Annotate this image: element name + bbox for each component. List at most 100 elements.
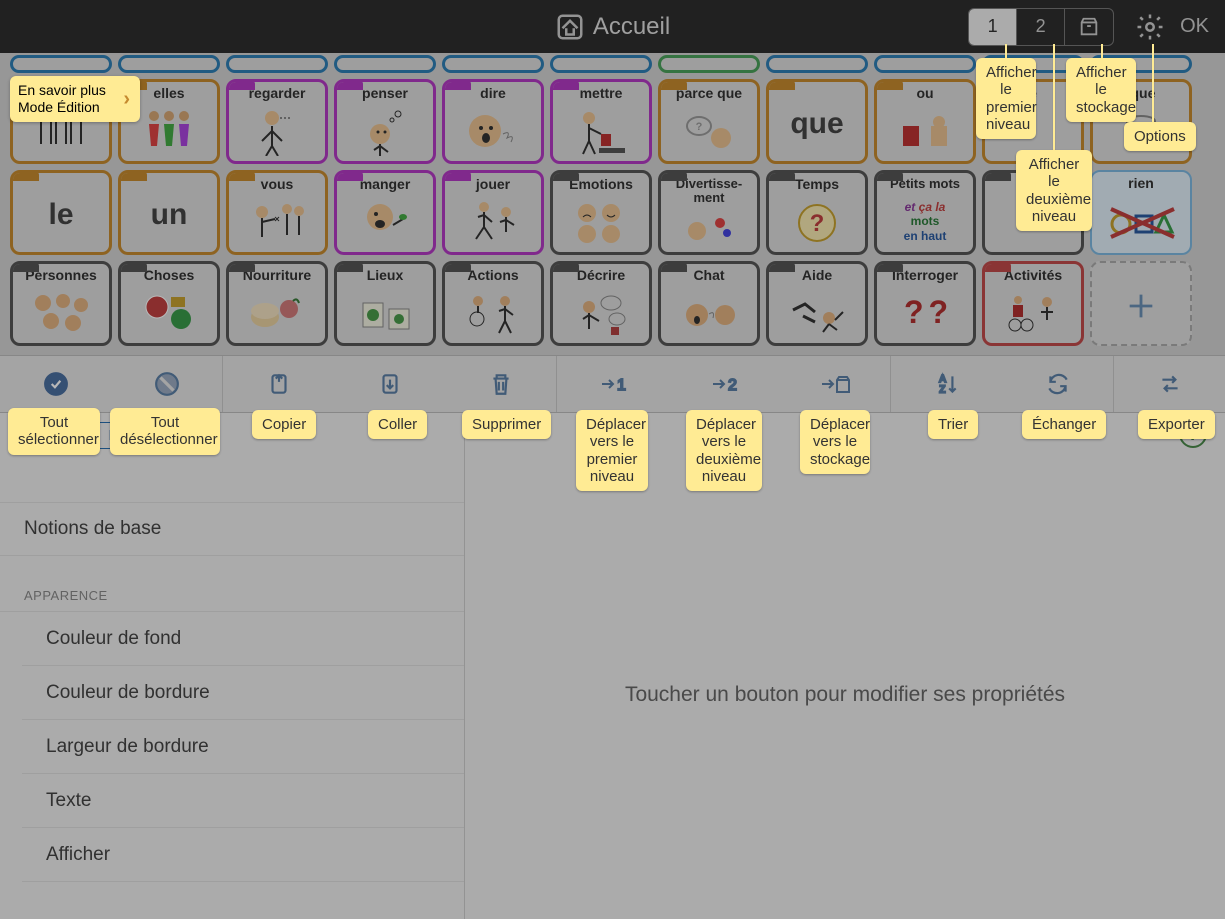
- grid-cell-regarder[interactable]: regarder: [226, 79, 328, 164]
- grid-folder-interroger[interactable]: Interroger? ?: [874, 261, 976, 346]
- list-item[interactable]: Couleur de bordure: [22, 666, 464, 720]
- add-cell-button[interactable]: [1090, 261, 1192, 346]
- grid-cell-un[interactable]: un: [118, 170, 220, 255]
- tip-delete: Supprimer: [462, 410, 551, 439]
- paste-button[interactable]: [334, 356, 445, 412]
- grid-cell-parceque[interactable]: parce que?: [658, 79, 760, 164]
- section-apparence: APPARENCE: [0, 556, 464, 611]
- grid-cell[interactable]: [874, 55, 976, 73]
- grid-cell[interactable]: [442, 55, 544, 73]
- list-item[interactable]: Largeur de bordure: [22, 720, 464, 774]
- you-icon: [247, 197, 307, 247]
- cancel-circle-icon: [154, 371, 180, 397]
- emotions-icon: [571, 199, 631, 244]
- grid-folder-personnes[interactable]: Personnes: [10, 261, 112, 346]
- describe-icon: [571, 289, 631, 337]
- tip-level1: Afficher le premier niveau: [976, 58, 1036, 139]
- left-properties-list: Bouton Dossier Notions de base APPARENCE…: [0, 413, 465, 919]
- delete-button[interactable]: [445, 356, 556, 412]
- grid-folder-aide[interactable]: Aide: [766, 261, 868, 346]
- tip-copy: Copier: [252, 410, 316, 439]
- storage-tab[interactable]: [1065, 9, 1113, 45]
- tip-movestore: Déplacer vers le stockage: [800, 410, 870, 474]
- storage-icon: [1078, 16, 1100, 38]
- copy-button[interactable]: [223, 356, 334, 412]
- ok-button[interactable]: OK: [1180, 15, 1209, 38]
- grid-cell-rien[interactable]: rien: [1090, 170, 1192, 255]
- svg-text:?: ?: [809, 210, 824, 237]
- grid-folder-choses[interactable]: Choses: [118, 261, 220, 346]
- tip-line: [1152, 44, 1154, 122]
- look-icon: [252, 106, 302, 156]
- home-icon: [555, 12, 585, 42]
- deselect-all-button[interactable]: [111, 356, 222, 412]
- swap-button[interactable]: [1002, 356, 1113, 412]
- grid-folder-emotions[interactable]: Émotions: [550, 170, 652, 255]
- title-text: Accueil: [593, 13, 670, 41]
- svg-text:?: ?: [696, 121, 703, 133]
- sort-button[interactable]: AZ: [891, 356, 1002, 412]
- grid-cell[interactable]: [118, 55, 220, 73]
- grid-folder-divertissement[interactable]: Divertisse- ment: [658, 170, 760, 255]
- move-level2-button[interactable]: 2: [668, 356, 779, 412]
- because-icon: ?: [679, 108, 739, 153]
- grid-folder-nourriture[interactable]: Nourriture: [226, 261, 328, 346]
- grid-folder-petitsmots[interactable]: Petits motset ça lamotsen haut: [874, 170, 976, 255]
- grid-cell-mettre[interactable]: mettre: [550, 79, 652, 164]
- plus-icon: [1124, 289, 1158, 323]
- grid-cell-dire[interactable]: dire: [442, 79, 544, 164]
- tip-deselect-all: Tout désélectionner: [110, 408, 220, 455]
- grid-cell[interactable]: [658, 55, 760, 73]
- learn-more-callout[interactable]: En savoir plus Mode Édition ›: [10, 76, 140, 122]
- move-storage-button[interactable]: [779, 356, 890, 412]
- nothing-icon: [1106, 199, 1176, 244]
- actions-icon: [463, 289, 523, 337]
- grid-folder-actions[interactable]: Actions: [442, 261, 544, 346]
- grid-cell[interactable]: [226, 55, 328, 73]
- export-button[interactable]: [1114, 356, 1225, 412]
- options-button[interactable]: [1132, 9, 1168, 45]
- svg-text:1: 1: [617, 377, 626, 394]
- grid-cell-le[interactable]: le: [10, 170, 112, 255]
- tip-level2: Afficher le deuxième niveau: [1016, 150, 1092, 231]
- trash-icon: [488, 371, 514, 397]
- grid-cell[interactable]: [550, 55, 652, 73]
- grid-cell-manger[interactable]: manger: [334, 170, 436, 255]
- list-item[interactable]: Couleur de fond: [22, 612, 464, 666]
- grid-cell-que[interactable]: que: [766, 79, 868, 164]
- play-icon: [466, 197, 521, 247]
- level-1-tab[interactable]: 1: [969, 9, 1017, 45]
- tip-line: [1053, 44, 1055, 152]
- action-bar: 1 2 AZ: [0, 355, 1225, 413]
- help-icon: [785, 290, 850, 335]
- list-item[interactable]: Texte: [22, 774, 464, 828]
- grid-cell-jouer[interactable]: jouer: [442, 170, 544, 255]
- grid-cell-penser[interactable]: penser: [334, 79, 436, 164]
- grid-cell[interactable]: [766, 55, 868, 73]
- chat-icon: [679, 290, 739, 335]
- tip-storage: Afficher le stockage: [1066, 58, 1136, 122]
- grid-folder-activites[interactable]: Activités: [982, 261, 1084, 346]
- grid-cell-vous[interactable]: vous: [226, 170, 328, 255]
- activities-icon: [1003, 290, 1063, 335]
- girls-icon: [139, 106, 199, 156]
- svg-text:A: A: [939, 374, 946, 385]
- grid-folder-chat[interactable]: Chat: [658, 261, 760, 346]
- list-item[interactable]: Afficher: [22, 828, 464, 882]
- put-icon: [571, 106, 631, 156]
- level-2-tab[interactable]: 2: [1017, 9, 1065, 45]
- select-all-button[interactable]: [0, 356, 111, 412]
- grid-folder-lieux[interactable]: Lieux: [334, 261, 436, 346]
- things-icon: [139, 289, 199, 337]
- list-item-basics[interactable]: Notions de base: [0, 502, 464, 556]
- grid-folder-temps[interactable]: Temps?: [766, 170, 868, 255]
- chevron-right-icon: ›: [123, 87, 130, 111]
- move-level1-button[interactable]: 1: [557, 356, 668, 412]
- grid-cell[interactable]: [334, 55, 436, 73]
- empty-state-message: Toucher un bouton pour modifier ses prop…: [625, 683, 1065, 707]
- grid-cell-ou[interactable]: ou: [874, 79, 976, 164]
- grid-cell[interactable]: [10, 55, 112, 73]
- grid-folder-decrire[interactable]: Décrire: [550, 261, 652, 346]
- tip-paste: Coller: [368, 410, 427, 439]
- say-icon: [463, 106, 523, 156]
